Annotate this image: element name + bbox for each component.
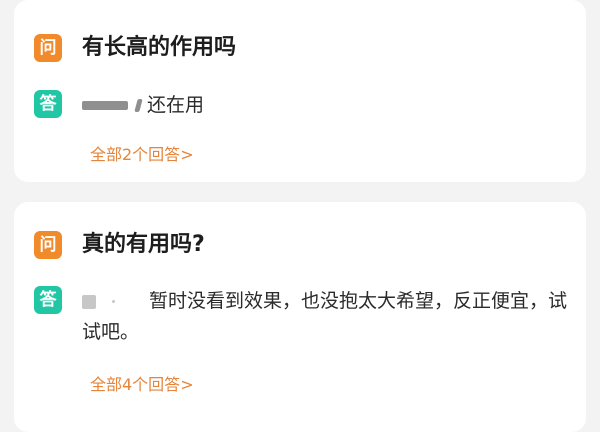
answer-content: 还在用 (82, 90, 204, 121)
view-all-answers-label: 全部4个回答 (90, 375, 181, 394)
question-card[interactable]: 问 有长高的作用吗 答 还在用 全部2个回答> (14, 0, 586, 182)
view-all-answers-label: 全部2个回答 (90, 145, 181, 164)
answer-badge: 答 (34, 286, 62, 314)
question-title: 有长高的作用吗 (82, 35, 237, 60)
question-row: 问 有长高的作用吗 (34, 34, 568, 62)
redacted-username (82, 294, 96, 309)
question-card[interactable]: 问 真的有用吗? 答 暂时没看到效果，也没抱太大希望，反正便宜，试试吧。 全部4… (14, 202, 586, 432)
question-row: 问 真的有用吗? (34, 231, 568, 259)
redacted-username (82, 101, 128, 110)
view-all-answers-link[interactable]: 全部2个回答> (90, 141, 194, 165)
redacted-mark (112, 300, 115, 303)
answer-text: 还在用 (147, 94, 205, 116)
answer-row: 答 还在用 (34, 90, 568, 121)
answer-badge: 答 (34, 90, 62, 118)
answer-content: 暂时没看到效果，也没抱太大希望，反正便宜，试试吧。 (82, 286, 568, 348)
question-badge: 问 (34, 231, 62, 259)
question-title: 真的有用吗? (82, 232, 205, 257)
answer-text: 暂时没看到效果，也没抱太大希望，反正便宜，试试吧。 (82, 290, 568, 343)
view-all-answers-link[interactable]: 全部4个回答> (90, 371, 194, 395)
answer-row: 答 暂时没看到效果，也没抱太大希望，反正便宜，试试吧。 (34, 286, 568, 348)
chevron-right-icon: > (180, 145, 194, 164)
redacted-mark (134, 99, 143, 112)
question-badge: 问 (34, 34, 62, 62)
chevron-right-icon: > (180, 375, 194, 394)
